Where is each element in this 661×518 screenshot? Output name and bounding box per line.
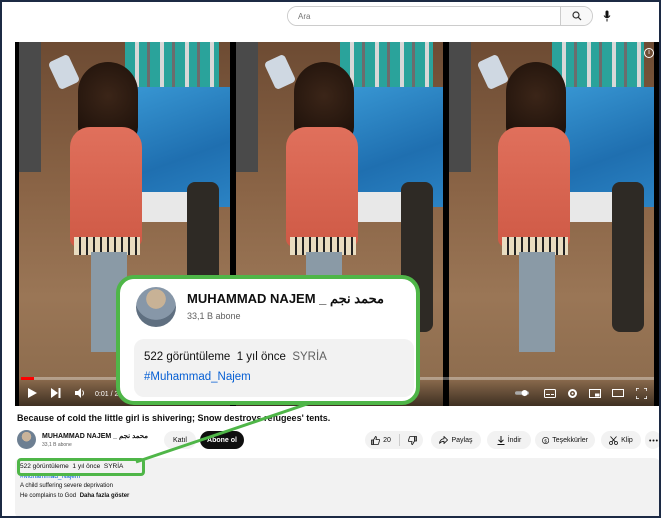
download-label: İndir bbox=[507, 436, 522, 444]
description-line-1: A child suffering severe deprivation bbox=[20, 483, 113, 489]
search-icon bbox=[571, 11, 581, 21]
like-button[interactable]: 20 bbox=[371, 435, 391, 445]
zoom-view-count: 522 görüntüleme bbox=[144, 351, 231, 363]
join-label: Katıl bbox=[172, 436, 187, 444]
gear-icon bbox=[567, 388, 577, 398]
volume-button[interactable] bbox=[73, 386, 87, 400]
video-title: Because of cold the little girl is shive… bbox=[17, 413, 331, 423]
share-label: Paylaş bbox=[451, 436, 473, 444]
settings-button[interactable] bbox=[565, 386, 579, 400]
zoom-channel-avatar bbox=[136, 287, 176, 327]
channel-name[interactable]: MUHAMMAD NAJEM _ محمد نجم bbox=[42, 432, 148, 440]
theater-mode-button[interactable] bbox=[611, 386, 625, 400]
more-actions-button[interactable] bbox=[645, 431, 661, 449]
video-frame-right bbox=[449, 42, 654, 406]
zoom-upload-age: 1 yıl önce bbox=[236, 351, 286, 363]
clip-label: Klip bbox=[621, 436, 633, 444]
thanks-button[interactable]: $ Teşekkürler bbox=[535, 431, 595, 449]
fullscreen-icon bbox=[635, 387, 647, 399]
search-button[interactable] bbox=[560, 7, 592, 25]
description-line-2-text: He complains to God bbox=[20, 493, 77, 499]
search-input[interactable] bbox=[288, 7, 560, 25]
svg-text:$: $ bbox=[544, 438, 547, 444]
thanks-icon: $ bbox=[542, 436, 550, 444]
zoom-description-box: 522 görüntüleme 1 yıl önce SYRİA #Muhamm… bbox=[134, 339, 414, 397]
autoplay-icon bbox=[515, 389, 529, 397]
zoom-location: SYRİA bbox=[292, 351, 327, 363]
description-line-2: He complains to God Daha fazla göster bbox=[20, 493, 129, 499]
join-button[interactable]: Katıl bbox=[164, 431, 196, 449]
voice-search-button[interactable] bbox=[600, 9, 614, 23]
zoom-channel-name: MUHAMMAD NAJEM _ محمد نجم bbox=[187, 291, 384, 306]
dislike-button[interactable] bbox=[407, 435, 417, 445]
like-count: 20 bbox=[383, 436, 391, 444]
zoom-description-meta: 522 görüntüleme 1 yıl önce SYRİA bbox=[144, 351, 327, 363]
info-icon[interactable]: i bbox=[644, 48, 654, 58]
volume-icon bbox=[74, 388, 84, 398]
share-button[interactable]: Paylaş bbox=[431, 431, 481, 449]
channel-avatar[interactable] bbox=[17, 430, 36, 449]
subscribe-button[interactable]: Abone ol bbox=[200, 431, 244, 449]
thumbs-up-icon bbox=[371, 435, 381, 445]
more-horizontal-icon bbox=[648, 439, 658, 441]
scissors-icon bbox=[609, 435, 619, 445]
channel-row: MUHAMMAD NAJEM _ محمد نجم 33,1 B abone K… bbox=[17, 430, 661, 452]
miniplayer-button[interactable] bbox=[588, 386, 602, 400]
clip-button[interactable]: Klip bbox=[601, 431, 641, 449]
share-icon bbox=[439, 436, 449, 444]
download-icon bbox=[497, 435, 505, 445]
like-dislike-group: 20 bbox=[365, 431, 423, 449]
zoom-hashtag: #Muhammad_Najem bbox=[144, 371, 251, 383]
subtitles-button[interactable] bbox=[543, 386, 557, 400]
thumbs-down-icon bbox=[407, 435, 417, 445]
zoom-subscriber-count: 33,1 B abone bbox=[187, 311, 241, 321]
thanks-label: Teşekkürler bbox=[552, 436, 588, 444]
theater-icon bbox=[612, 389, 624, 397]
search-box bbox=[287, 6, 593, 26]
microphone-icon bbox=[603, 10, 611, 22]
download-button[interactable]: İndir bbox=[487, 431, 531, 449]
top-bar bbox=[0, 0, 661, 32]
fullscreen-button[interactable] bbox=[634, 386, 648, 400]
subtitles-icon bbox=[544, 388, 556, 398]
autoplay-toggle[interactable] bbox=[515, 386, 529, 400]
highlight-box-small bbox=[17, 458, 145, 476]
subscribe-label: Abone ol bbox=[207, 436, 237, 444]
play-button[interactable] bbox=[25, 386, 39, 400]
subscriber-count: 33,1 B abone bbox=[42, 442, 72, 448]
miniplayer-icon bbox=[589, 388, 601, 398]
play-icon bbox=[27, 388, 37, 398]
next-button[interactable] bbox=[49, 386, 63, 400]
zoom-callout: MUHAMMAD NAJEM _ محمد نجم 33,1 B abone 5… bbox=[116, 275, 420, 405]
show-more-link[interactable]: Daha fazla göster bbox=[80, 493, 130, 499]
next-icon bbox=[51, 388, 61, 398]
